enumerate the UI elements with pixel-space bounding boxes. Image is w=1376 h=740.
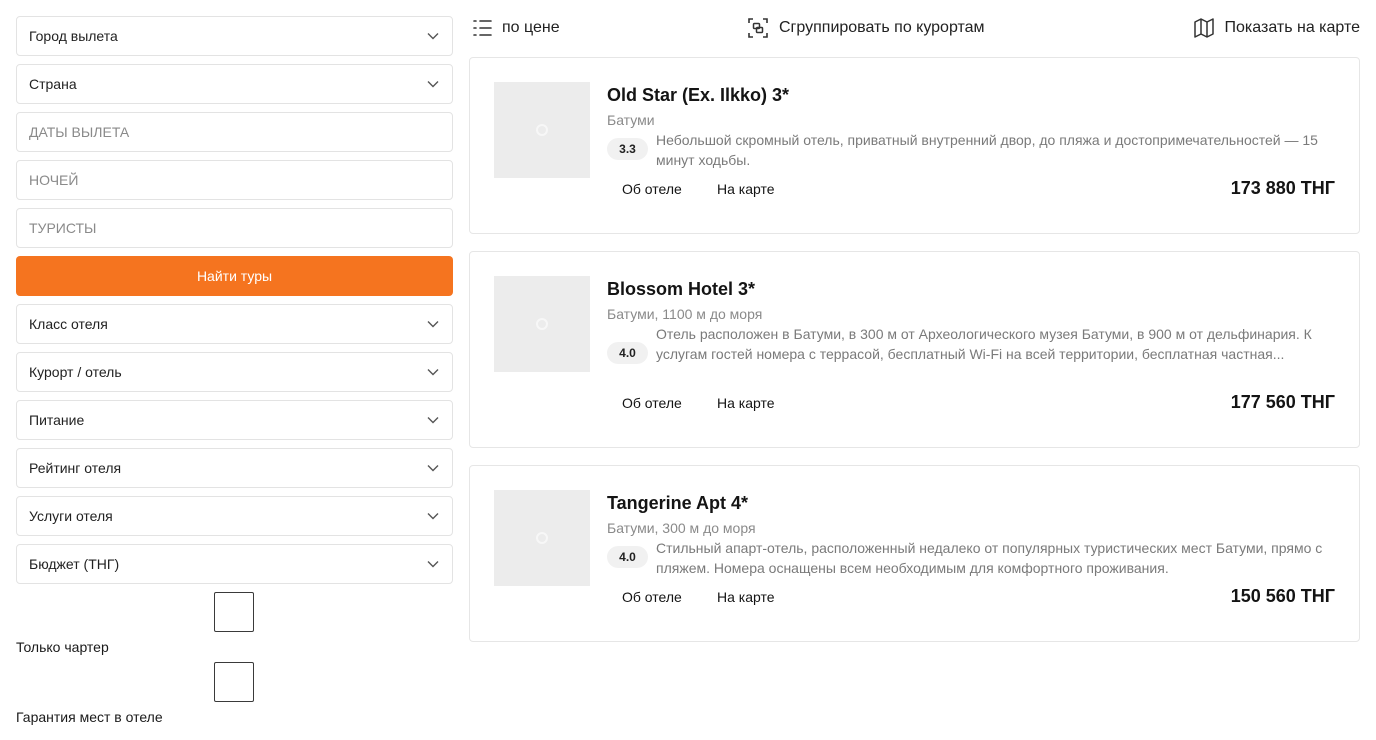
find-tours-button[interactable]: Найти туры	[16, 256, 453, 296]
hotel-name[interactable]: Blossom Hotel 3*	[607, 279, 755, 300]
charter-only-checkbox[interactable]	[214, 592, 254, 632]
hotel-location: Батуми, 1100 м до моря	[607, 306, 763, 322]
chevron-down-icon	[426, 509, 440, 523]
sort-label: по цене	[502, 19, 560, 36]
hotel-photo[interactable]	[494, 490, 590, 586]
charter-only-option: Только чартер	[16, 592, 453, 662]
map-label: Показать на карте	[1224, 19, 1360, 36]
tourists-field[interactable]: ТУРИСТЫ	[16, 208, 453, 248]
filter-sidebar: Город вылета Страна ДАТЫ ВЫЛЕТА НОЧЕЙ ТУ…	[16, 16, 453, 732]
departure-city-label: Город вылета	[29, 28, 118, 44]
guaranteed-rooms-option: Гарантия мест в отеле	[16, 662, 453, 732]
image-placeholder-icon	[536, 124, 548, 136]
about-hotel-link[interactable]: Об отеле	[622, 589, 682, 605]
hotel-name[interactable]: Tangerine Apt 4*	[607, 493, 748, 514]
show-hotel-on-map-link[interactable]: На карте	[717, 395, 775, 411]
hotel-photo[interactable]	[494, 82, 590, 178]
hotel-class-select[interactable]: Класс отеля	[16, 304, 453, 344]
nights-field[interactable]: НОЧЕЙ	[16, 160, 453, 200]
image-placeholder-icon	[536, 532, 548, 544]
departure-dates-placeholder: ДАТЫ ВЫЛЕТА	[29, 124, 130, 140]
country-select[interactable]: Страна	[16, 64, 453, 104]
tourists-placeholder: ТУРИСТЫ	[29, 220, 97, 236]
hotel-services-select[interactable]: Услуги отеля	[16, 496, 453, 536]
hotel-price: 177 560 ТНГ	[1230, 392, 1335, 412]
hotel-card: Blossom Hotel 3* Батуми, 1100 м до моря …	[469, 251, 1360, 448]
departure-dates-field[interactable]: ДАТЫ ВЫЛЕТА	[16, 112, 453, 152]
show-on-map-button[interactable]: Показать на карте	[1193, 14, 1360, 42]
chevron-down-icon	[426, 365, 440, 379]
chevron-down-icon	[426, 461, 440, 475]
hotel-price: 150 560 ТНГ	[1230, 586, 1335, 606]
chevron-down-icon	[426, 77, 440, 91]
hotel-location: Батуми, 300 м до моря	[607, 520, 756, 536]
group-icon	[747, 17, 769, 39]
hotel-description: Стильный апарт-отель, расположенный неда…	[656, 540, 1323, 576]
chevron-down-icon	[426, 413, 440, 427]
hotel-location: Батуми	[607, 112, 655, 128]
guaranteed-rooms-label: Гарантия мест в отеле	[16, 709, 163, 725]
chevron-down-icon	[426, 557, 440, 571]
budget-label: Бюджет (ТНГ)	[29, 556, 120, 572]
hotel-description: Отель расположен в Батуми, в 300 м от Ар…	[656, 326, 1312, 362]
hotel-name[interactable]: Old Star (Ex. Ilkko) 3*	[607, 85, 789, 106]
sort-list-icon	[472, 19, 492, 37]
guaranteed-rooms-checkbox[interactable]	[214, 662, 254, 702]
hotel-rating-label: Рейтинг отеля	[29, 460, 122, 476]
hotel-card: Old Star (Ex. Ilkko) 3* Батуми 3.3 Небол…	[469, 57, 1360, 234]
show-hotel-on-map-link[interactable]: На карте	[717, 589, 775, 605]
group-by-resort-button[interactable]: Сгруппировать по курортам	[747, 14, 985, 42]
rating-badge: 3.3	[607, 138, 648, 160]
meals-select[interactable]: Питание	[16, 400, 453, 440]
chevron-down-icon	[426, 317, 440, 331]
hotel-class-label: Класс отеля	[29, 316, 108, 332]
rating-badge: 4.0	[607, 546, 648, 568]
hotel-photo[interactable]	[494, 276, 590, 372]
departure-city-select[interactable]: Город вылета	[16, 16, 453, 56]
rating-badge: 4.0	[607, 342, 648, 364]
map-icon	[1193, 17, 1215, 39]
image-placeholder-icon	[536, 318, 548, 330]
resort-hotel-select[interactable]: Курорт / отель	[16, 352, 453, 392]
nights-placeholder: НОЧЕЙ	[29, 172, 79, 188]
show-hotel-on-map-link[interactable]: На карте	[717, 181, 775, 197]
about-hotel-link[interactable]: Об отеле	[622, 181, 682, 197]
budget-select[interactable]: Бюджет (ТНГ)	[16, 544, 453, 584]
hotel-rating-select[interactable]: Рейтинг отеля	[16, 448, 453, 488]
hotel-price: 173 880 ТНГ	[1230, 178, 1335, 198]
chevron-down-icon	[426, 29, 440, 43]
about-hotel-link[interactable]: Об отеле	[622, 395, 682, 411]
results-toolbar: по цене Сгруппировать по курортам Показа…	[470, 14, 1360, 42]
resort-hotel-label: Курорт / отель	[29, 364, 122, 380]
charter-only-label: Только чартер	[16, 639, 109, 655]
country-label: Страна	[29, 76, 77, 92]
meals-label: Питание	[29, 412, 85, 428]
sort-by-price-button[interactable]: по цене	[472, 14, 560, 42]
group-label: Сгруппировать по курортам	[779, 19, 985, 36]
hotel-card: Tangerine Apt 4* Батуми, 300 м до моря 4…	[469, 465, 1360, 642]
hotel-services-label: Услуги отеля	[29, 508, 113, 524]
hotel-description: Небольшой скромный отель, приватный внут…	[656, 132, 1318, 168]
